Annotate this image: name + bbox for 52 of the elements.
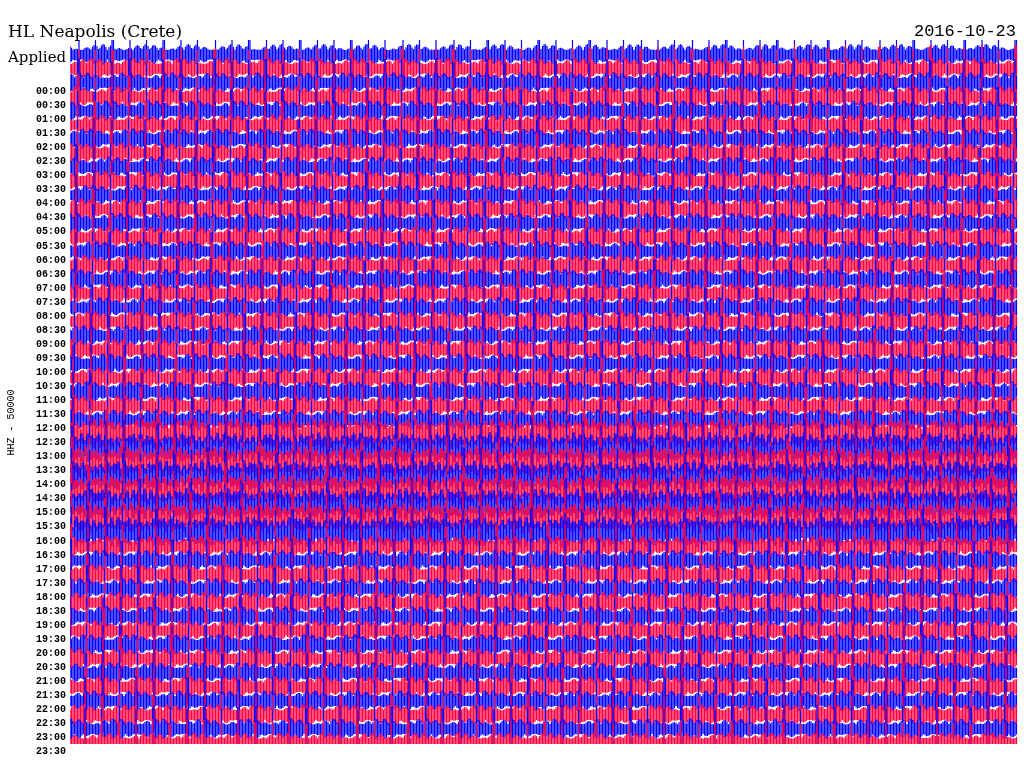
time-label: 16:00 (36, 534, 66, 549)
time-label: 07:00 (36, 281, 66, 296)
time-label: 14:30 (36, 492, 66, 507)
time-label: 01:00 (36, 113, 66, 128)
time-label: 05:30 (36, 239, 66, 254)
time-label: 04:00 (36, 197, 66, 212)
time-label: 06:00 (36, 253, 66, 268)
time-label: 03:00 (36, 169, 66, 184)
time-label: 05:00 (36, 225, 66, 240)
time-label: 13:30 (36, 464, 66, 479)
time-label: 08:00 (36, 309, 66, 324)
time-label: 07:30 (36, 295, 66, 310)
time-label: 12:30 (36, 436, 66, 451)
time-label: 21:00 (36, 675, 66, 689)
time-label: 20:30 (36, 660, 66, 675)
time-label: 14:00 (36, 478, 66, 493)
date-label: 2016-10-23 (913, 23, 1016, 40)
time-label: 12:00 (36, 422, 66, 437)
time-label: 18:30 (36, 604, 66, 619)
time-label: 09:00 (36, 337, 66, 352)
time-label: 09:30 (36, 351, 66, 366)
time-label: 01:30 (36, 127, 66, 142)
time-label: 00:30 (36, 99, 66, 114)
time-label: 02:30 (36, 155, 66, 170)
time-label: 19:00 (36, 618, 66, 633)
time-label: 17:30 (36, 576, 66, 591)
time-label: 00:00 (36, 85, 66, 99)
time-label: 08:30 (36, 323, 66, 338)
time-label: 06:30 (36, 267, 66, 282)
time-label: 16:30 (36, 548, 66, 563)
axis-label: HHZ - 50000 (4, 389, 18, 456)
time-label: 10:30 (36, 380, 66, 394)
time-label: 20:00 (36, 646, 66, 661)
time-label: 13:00 (36, 450, 66, 465)
time-label: 22:30 (36, 717, 66, 732)
time-label: 03:30 (36, 183, 66, 198)
time-label: 23:30 (36, 745, 66, 760)
time-label: 04:30 (36, 211, 66, 226)
time-label: 23:00 (36, 731, 66, 746)
time-label: 11:30 (36, 408, 66, 423)
time-label: 18:00 (36, 590, 66, 605)
time-label: 15:30 (36, 520, 66, 535)
time-label: 22:00 (36, 703, 66, 718)
time-label: 02:00 (36, 141, 66, 156)
time-label: 10:00 (36, 365, 66, 380)
filter-label: Applied (7, 50, 68, 65)
time-label: 11:00 (36, 394, 66, 409)
time-label: 19:30 (36, 632, 66, 647)
station-title: HL Neapolis (Crete) (8, 23, 183, 40)
time-label: 17:00 (36, 562, 66, 577)
time-label: 21:30 (36, 689, 66, 704)
time-label: 15:00 (36, 506, 66, 521)
